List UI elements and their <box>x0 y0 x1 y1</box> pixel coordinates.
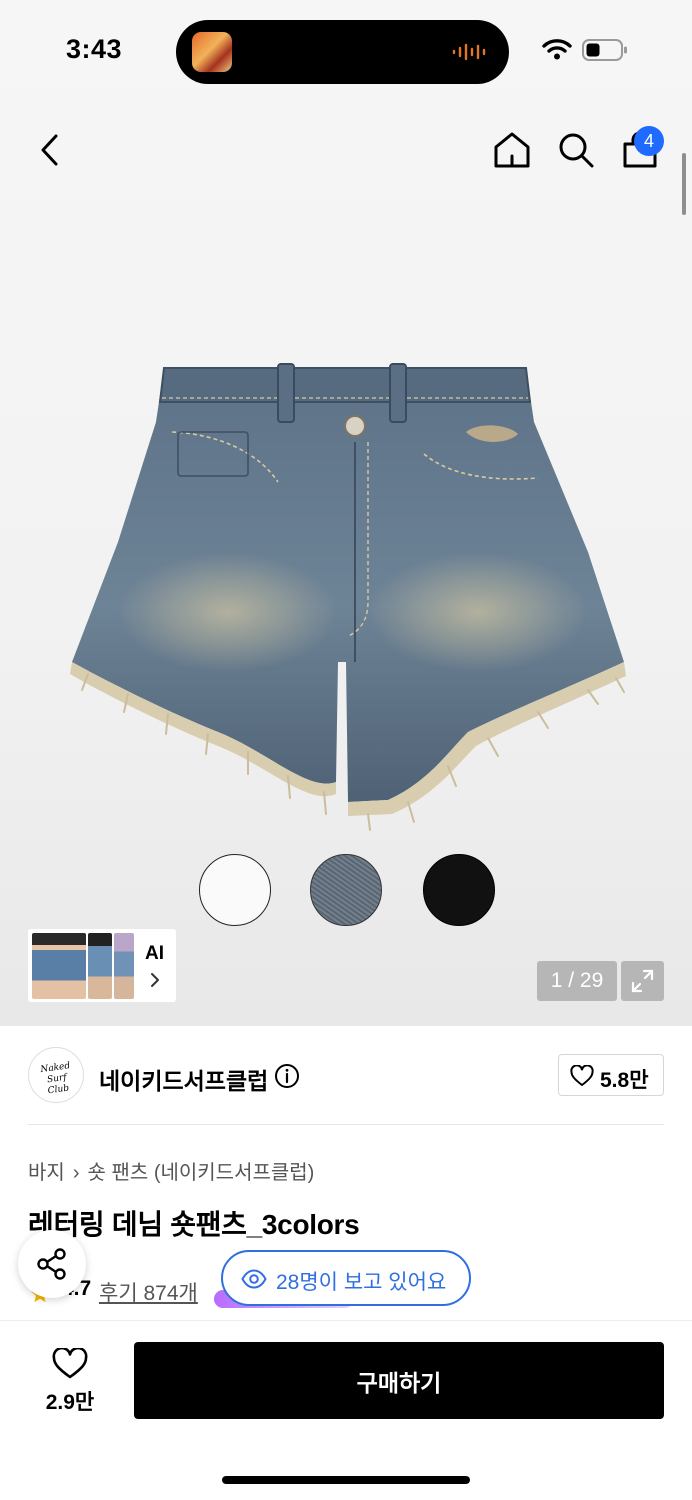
product-image[interactable] <box>68 362 630 832</box>
home-icon[interactable] <box>490 128 534 172</box>
heart-icon <box>570 1065 594 1086</box>
breadcrumb-brand[interactable]: (네이키드서프클럽) <box>154 1162 315 1184</box>
home-indicator[interactable] <box>222 1476 470 1484</box>
cart-count-badge: 4 <box>634 126 664 156</box>
brand-logo-text: Naked Surf Club <box>39 1061 71 1097</box>
divider <box>28 1124 664 1125</box>
ai-model-thumbnail <box>32 933 86 999</box>
live-viewers-pill[interactable]: 28명이 보고 있어요 <box>221 1250 471 1306</box>
status-time: 3:43 <box>66 34 123 64</box>
info-icon[interactable] <box>274 1063 300 1089</box>
share-icon <box>37 1248 66 1280</box>
live-viewers-text: 28명이 보고 있어요 <box>276 1271 447 1294</box>
back-icon[interactable] <box>28 128 72 172</box>
color-swatch-white[interactable] <box>199 854 271 926</box>
breadcrumb-category[interactable]: 바지 <box>28 1162 65 1184</box>
color-swatch-black[interactable] <box>423 854 495 926</box>
breadcrumb: 바지 › 숏 팬츠 (네이키드서프클럽) <box>28 1156 314 1185</box>
eye-icon <box>241 1269 267 1289</box>
ai-fitting-card[interactable]: AI <box>28 929 176 1002</box>
wifi-icon <box>542 39 572 60</box>
brand-like-button[interactable]: 5.8만 <box>558 1054 664 1096</box>
ai-model-thumbnail <box>88 933 112 999</box>
share-button[interactable] <box>18 1230 86 1298</box>
dynamic-island[interactable] <box>176 20 509 84</box>
expand-icon <box>631 969 654 993</box>
breadcrumb-separator: › <box>72 1162 80 1184</box>
chevron-right-icon <box>151 973 159 987</box>
search-icon[interactable] <box>554 128 598 172</box>
review-count-link[interactable]: 후기 874개 <box>99 1277 198 1307</box>
buy-button[interactable]: 구매하기 <box>134 1342 664 1419</box>
product-title: 레터링 데님 숏팬츠_3colors <box>28 1209 360 1240</box>
expand-button[interactable] <box>621 961 664 1001</box>
brand-like-count: 5.8만 <box>600 1069 649 1092</box>
ai-label: AI <box>145 943 164 964</box>
brand-logo[interactable]: Naked Surf Club <box>28 1047 84 1103</box>
heart-icon <box>52 1348 88 1379</box>
ai-model-thumbnail <box>114 933 134 999</box>
battery-icon <box>582 39 627 61</box>
brand-name[interactable]: 네이키드서프클럽 <box>99 1062 268 1096</box>
breadcrumb-subcategory[interactable]: 숏 팬츠 <box>87 1162 148 1184</box>
color-swatch-denim[interactable] <box>310 854 382 926</box>
wishlist-button[interactable]: 2.9만 <box>28 1344 112 1416</box>
audio-wave-icon <box>452 43 486 61</box>
wishlist-count: 2.9만 <box>45 1391 95 1414</box>
scrollbar[interactable] <box>682 153 686 215</box>
image-counter: 1 / 29 <box>537 961 617 1001</box>
now-playing-artwork <box>192 32 232 72</box>
